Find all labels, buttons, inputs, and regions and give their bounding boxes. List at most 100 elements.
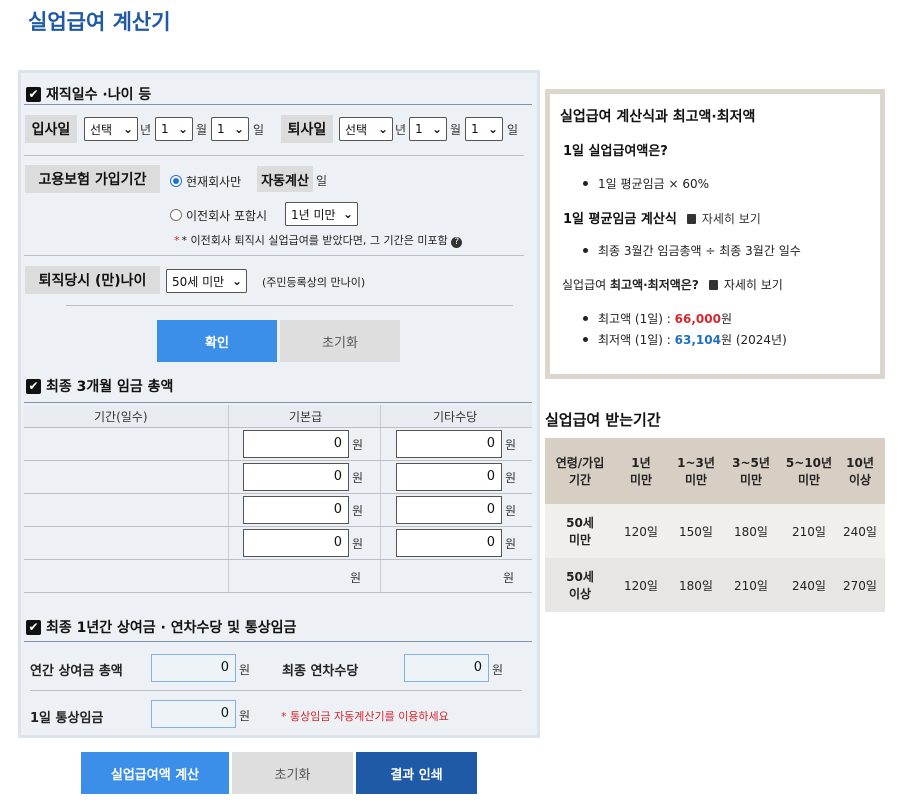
unit-day: 일 [253, 123, 265, 137]
section-header-wages[interactable]: ✔ 최종 3개월 임금 총액 [26, 376, 173, 396]
leave-day-select[interactable]: 1 ⌄ [465, 117, 503, 141]
daily-wage-input[interactable]: 0 [151, 700, 236, 728]
join-year-select[interactable]: 선택 ⌄ [84, 117, 138, 141]
unit-day: 일 [507, 123, 519, 137]
age-label: 퇴직당시 (만)나이 [25, 266, 160, 294]
chevron-down-icon: ⌄ [487, 122, 498, 136]
max-amount: 최고액 (1일) : 66,000원 [598, 312, 733, 326]
formula-a2: 최종 3월간 임금총액 ÷ 최종 3월간 일수 [598, 244, 801, 258]
header-cell: 1년 미만 [629, 456, 653, 487]
unit-won: 원 [352, 504, 364, 518]
unit-won: 원 [239, 663, 251, 677]
age-select[interactable]: 50세 미만 ⌄ [166, 269, 247, 293]
divider [24, 427, 532, 428]
table-cell: 150일 [679, 525, 713, 539]
section-title: 재직일수 ·나이 등 [46, 87, 152, 103]
base-wage-input-4[interactable]: 0 [243, 529, 349, 557]
annual-allowance-input[interactable]: 0 [404, 654, 489, 682]
radio-include-prev-company[interactable] [170, 209, 182, 221]
bullet [583, 337, 588, 342]
unit-won: 원 [505, 537, 517, 551]
checkbox-checked-icon[interactable]: ✔ [26, 619, 41, 635]
reset-button[interactable]: 초기화 [280, 320, 400, 362]
other-wage-input-4[interactable]: 0 [396, 529, 502, 557]
detail-link[interactable]: 자세히 보기 [724, 278, 783, 292]
formula-q3: 실업급여 최고액·최저액은? 자세히 보기 [562, 278, 783, 292]
table-cell: 120일 [624, 579, 658, 593]
formula-title: 실업급여 계산식과 최고액·최저액 [560, 109, 756, 125]
chevron-down-icon: ⌄ [431, 122, 442, 136]
unit-month: 월 [450, 123, 462, 137]
divider [24, 641, 532, 642]
divider [66, 305, 513, 306]
unit-won: 원 [505, 504, 517, 518]
table-cell: 210일 [734, 579, 768, 593]
unit-month: 월 [196, 123, 208, 137]
base-wage-input-1[interactable]: 0 [243, 430, 349, 458]
row-label: 50세 이상 [566, 570, 594, 601]
daily-wage-label: 1일 통상임금 [30, 711, 104, 726]
divider [30, 690, 522, 691]
help-icon[interactable]: ? [451, 237, 463, 248]
col-other: 기타수당 [433, 410, 478, 424]
divider [24, 493, 532, 494]
divider [24, 155, 524, 156]
daily-wage-note[interactable]: * 통상임금 자동계산기를 이용하세요 [281, 708, 449, 724]
detail-link[interactable]: 자세히 보기 [702, 212, 761, 226]
unit-year: 년 [395, 123, 407, 137]
divider [24, 592, 532, 593]
table-cell: 240일 [843, 525, 877, 539]
prev-note: * * 이전회사 퇴직시 실업급여를 받았다면, 그 기간은 미포함 ? [174, 232, 463, 248]
leave-year-select[interactable]: 선택 ⌄ [339, 117, 393, 141]
divider [228, 405, 229, 592]
divider [24, 559, 532, 560]
bullet [583, 248, 588, 253]
join-day-select[interactable]: 1 ⌄ [211, 117, 249, 141]
reset-all-button[interactable]: 초기화 [232, 752, 353, 794]
unit-won: 원 [505, 438, 517, 452]
col-base: 기본급 [289, 410, 323, 424]
prev-period-select[interactable]: 1년 미만 ⌄ [285, 202, 358, 226]
join-month-select[interactable]: 1 ⌄ [155, 117, 193, 141]
radio-current-company[interactable] [170, 175, 182, 187]
leave-date-label: 퇴사일 [281, 115, 333, 143]
chevron-down-icon: ⌄ [377, 122, 388, 136]
leave-month-select[interactable]: 1 ⌄ [409, 117, 447, 141]
unit-won: 원 [352, 471, 364, 485]
bonus-input[interactable]: 0 [151, 654, 236, 682]
formula-q1: 1일 실업급여액은? [563, 144, 668, 159]
insurance-period-label: 고용보험 가입기간 [25, 165, 160, 193]
unit-won: 원 [492, 663, 504, 677]
calculate-button[interactable]: 실업급여액 계산 [81, 752, 229, 794]
section-header-bonus[interactable]: ✔ 최종 1년간 상여금 · 연차수당 및 통상임금 [26, 617, 296, 637]
other-wage-input-3[interactable]: 0 [396, 496, 502, 524]
age-note: (주민등록상의 만나이) [262, 276, 366, 289]
other-wage-input-2[interactable]: 0 [396, 463, 502, 491]
checkbox-checked-icon[interactable]: ✔ [26, 86, 41, 102]
print-result-button[interactable]: 결과 인쇄 [356, 752, 477, 794]
period-title: 실업급여 받는기간 [545, 411, 661, 429]
document-icon [708, 280, 718, 290]
section-header-employment[interactable]: ✔ 재직일수 ·나이 등 [26, 84, 151, 104]
header-cell: 연령/가입 기간 [555, 456, 605, 487]
table-cell: 210일 [792, 525, 826, 539]
base-total-unit: 원 [350, 571, 362, 585]
base-wage-input-3[interactable]: 0 [243, 496, 349, 524]
checkbox-checked-icon[interactable]: ✔ [26, 378, 41, 394]
table-cell: 270일 [843, 579, 877, 593]
unit-won: 원 [352, 438, 364, 452]
divider [24, 255, 524, 256]
join-date-label: 입사일 [25, 115, 77, 143]
header-cell: 10년 이상 [846, 456, 874, 487]
divider [24, 402, 532, 403]
bullet [583, 181, 588, 186]
other-total-unit: 원 [503, 571, 515, 585]
table-cell: 120일 [624, 525, 658, 539]
section-title: 최종 1년간 상여금 · 연차수당 및 통상임금 [46, 620, 297, 636]
base-wage-input-2[interactable]: 0 [243, 463, 349, 491]
other-wage-input-1[interactable]: 0 [396, 430, 502, 458]
unit-won: 원 [352, 537, 364, 551]
section-title: 최종 3개월 임금 총액 [46, 379, 174, 395]
divider [380, 405, 381, 592]
confirm-button[interactable]: 확인 [157, 320, 277, 362]
